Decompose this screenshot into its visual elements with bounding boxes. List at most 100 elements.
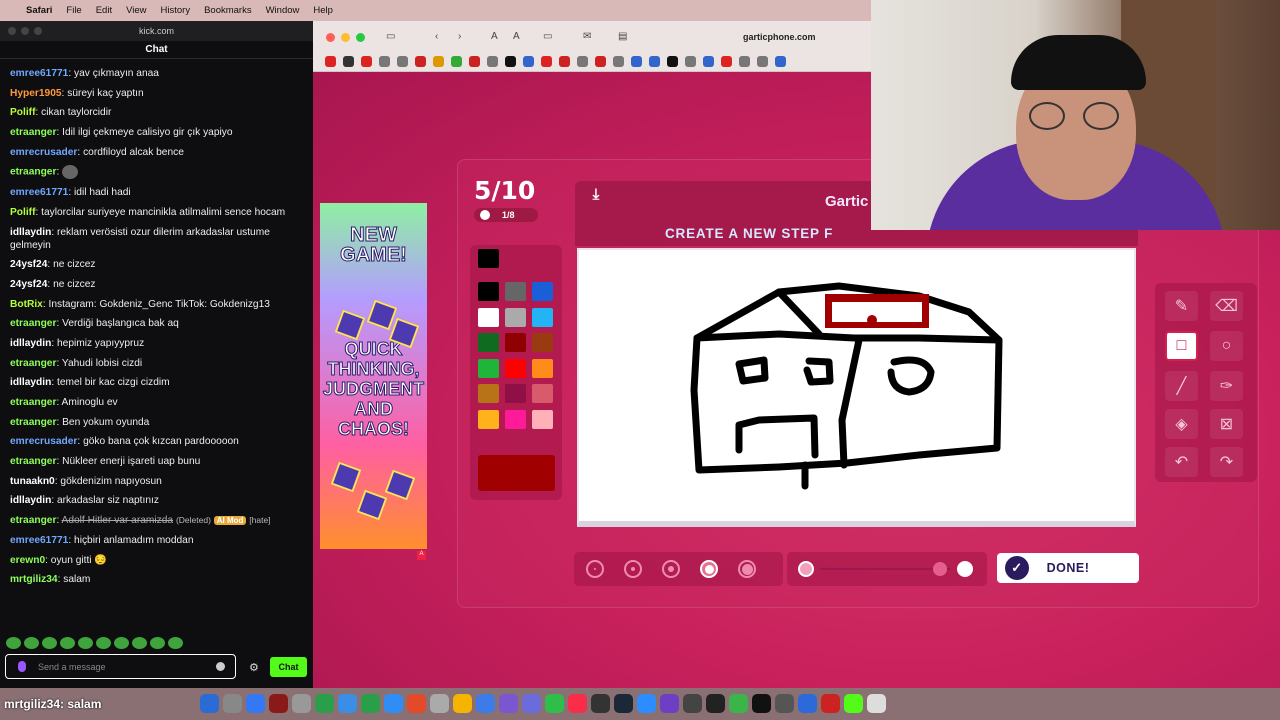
emote-icon[interactable] [150,637,165,649]
minimize-window-button[interactable] [341,33,350,42]
menu-app-name[interactable]: Safari [26,5,52,16]
color-swatch[interactable] [478,333,499,352]
dock-app-icon[interactable] [798,694,817,713]
chat-username[interactable]: emree61771 [10,187,68,198]
chat-username[interactable]: 24ysf24 [10,259,47,270]
dock-app-icon[interactable] [430,694,449,713]
color-swatch[interactable] [505,307,526,327]
brush-size-option[interactable] [662,560,680,578]
eraser-tool-icon[interactable]: ⌫ [1210,291,1243,321]
chat-username[interactable]: etraanger [10,417,56,428]
microphone-icon[interactable] [18,661,26,672]
dock-app-icon[interactable] [637,694,656,713]
color-swatch[interactable] [532,333,553,352]
minimize-window-button[interactable] [21,27,29,35]
extension-icon[interactable]: ▭ [543,31,552,42]
dock-app-icon[interactable] [269,694,288,713]
favorite-icon[interactable] [595,56,606,67]
color-swatch[interactable] [532,409,553,429]
dock-app-icon[interactable] [476,694,495,713]
zoom-window-button[interactable] [356,33,365,42]
dock-app-icon[interactable] [453,694,472,713]
brush-size-option[interactable] [624,560,642,578]
dock-app-icon[interactable] [591,694,610,713]
chat-username[interactable]: Poliff [10,107,35,118]
dock-app-icon[interactable] [223,694,242,713]
dock-app-icon[interactable] [844,694,863,713]
color-swatch[interactable] [478,307,499,327]
chat-username[interactable]: Hyper1905 [10,88,62,99]
dock-app-icon[interactable] [338,694,357,713]
menu-edit[interactable]: Edit [96,5,112,16]
favorite-icon[interactable] [631,56,642,67]
emote-icon[interactable] [96,637,111,649]
emote-icon[interactable] [114,637,129,649]
menu-window[interactable]: Window [266,5,300,16]
chat-username[interactable]: idllaydin [10,495,51,506]
favorite-icon[interactable] [775,56,786,67]
undo-icon[interactable]: ↶ [1165,447,1198,477]
favorite-icon[interactable] [343,56,354,67]
chat-username[interactable]: emree61771 [10,535,68,546]
dock-app-icon[interactable] [499,694,518,713]
menu-history[interactable]: History [161,5,191,16]
dock-app-icon[interactable] [706,694,725,713]
dock-app-icon[interactable] [729,694,748,713]
dock-app-icon[interactable] [545,694,564,713]
text-size-large-icon[interactable]: A [513,31,520,42]
rectangle-tool-icon[interactable]: □ [1165,331,1198,361]
menu-file[interactable]: File [66,5,81,16]
color-swatch[interactable] [532,282,553,301]
address-bar[interactable]: garticphone.com [743,32,816,42]
color-swatch[interactable] [532,358,553,378]
trash-icon[interactable] [867,694,886,713]
forward-arrow-icon[interactable]: › [458,31,461,42]
favorite-icon[interactable] [703,56,714,67]
favorite-icon[interactable] [757,56,768,67]
favorite-icon[interactable] [505,56,516,67]
dock-app-icon[interactable] [775,694,794,713]
dock-app-icon[interactable] [683,694,702,713]
emote-icon[interactable] [168,637,183,649]
chat-username[interactable]: etraanger [10,397,56,408]
close-window-button[interactable] [326,33,335,42]
chat-username[interactable]: etraanger [10,358,56,369]
reader-icon[interactable]: ▤ [618,31,627,42]
favorite-icon[interactable] [415,56,426,67]
dock-app-icon[interactable] [821,694,840,713]
advertisement-banner[interactable]: NEW GAME! QUICK THINKING, JUDGMENT AND C… [320,203,427,549]
fill-tool-icon[interactable]: ◈ [1165,409,1198,439]
favorite-icon[interactable] [613,56,624,67]
color-swatch[interactable] [532,384,553,403]
dock-app-icon[interactable] [407,694,426,713]
emote-icon[interactable] [6,637,21,649]
chat-username[interactable]: idllaydin [10,377,51,388]
chat-username[interactable]: etraanger [10,167,56,178]
chat-username[interactable]: idllaydin [10,227,51,238]
dock-app-icon[interactable] [568,694,587,713]
opacity-slider[interactable] [787,552,987,586]
dock-app-icon[interactable] [614,694,633,713]
opacity-slider-thumb[interactable] [933,562,947,576]
dock-app-icon[interactable] [660,694,679,713]
chat-username[interactable]: etraanger [10,318,56,329]
emote-icon[interactable] [24,637,39,649]
color-swatch[interactable] [505,358,526,378]
chat-username[interactable]: idllaydin [10,338,51,349]
favorite-icon[interactable] [649,56,660,67]
brush-size-option-selected[interactable] [700,560,718,578]
drawing-canvas[interactable] [577,248,1136,527]
emote-icon[interactable] [78,637,93,649]
emote-icon[interactable] [60,637,75,649]
zoom-window-button[interactable] [34,27,42,35]
emote-icon[interactable] [132,637,147,649]
favorite-icon[interactable] [361,56,372,67]
chat-username[interactable]: tunaakn0 [10,476,55,487]
color-swatch[interactable] [478,282,499,301]
favorite-icon[interactable] [739,56,750,67]
chat-username[interactable]: mrtgiliz34 [10,574,58,585]
favorite-icon[interactable] [667,56,678,67]
dock-app-icon[interactable] [522,694,541,713]
menu-bookmarks[interactable]: Bookmarks [204,5,252,16]
ellipse-tool-icon[interactable]: ○ [1210,331,1243,361]
